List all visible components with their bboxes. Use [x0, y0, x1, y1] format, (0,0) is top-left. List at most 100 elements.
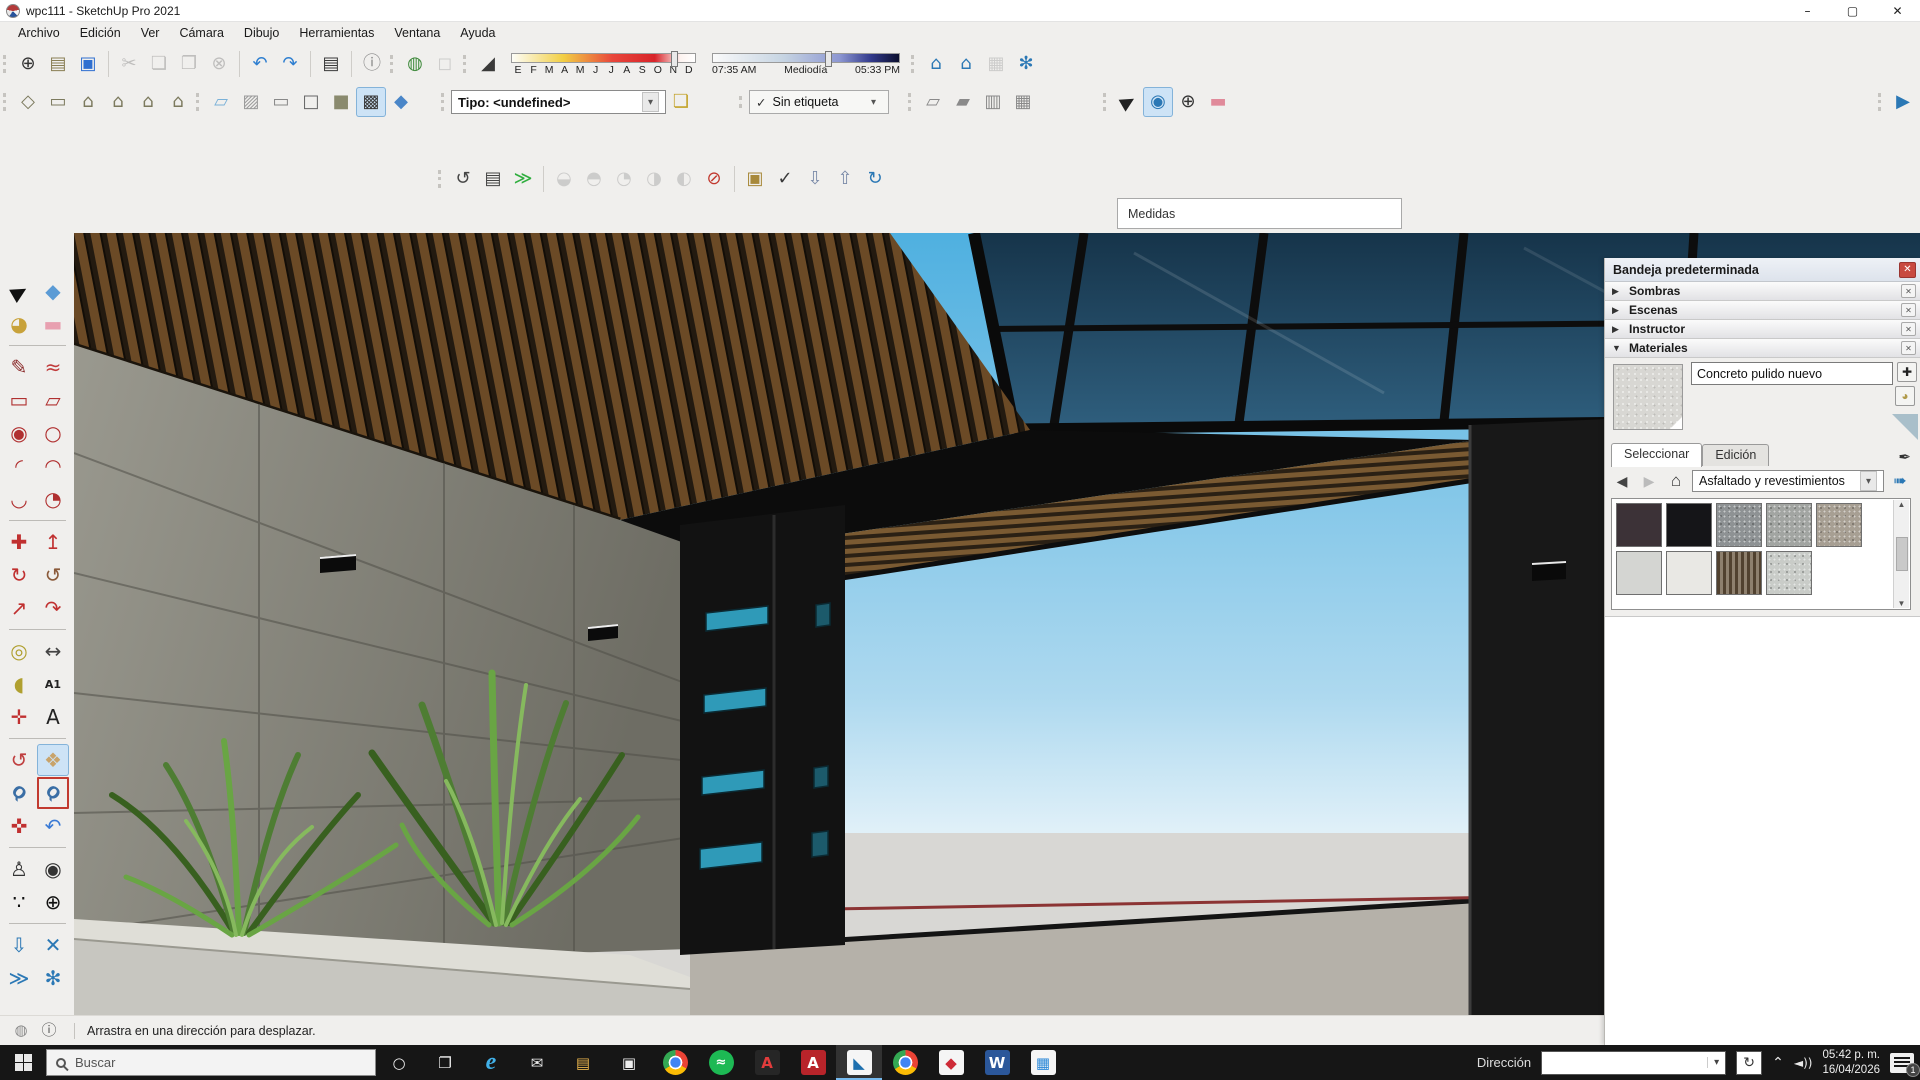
orbit-tool[interactable]: ↺: [3, 744, 35, 776]
chevron-down-icon[interactable]: ▾: [1707, 1057, 1725, 1068]
redo[interactable]: ↷: [275, 49, 305, 79]
dimension-tool[interactable]: ↔: [37, 635, 69, 667]
taskbar-app-store[interactable]: ▣: [606, 1045, 652, 1080]
move-tool[interactable]: ✚: [3, 526, 35, 558]
shadow-time-bar[interactable]: [712, 53, 900, 63]
protractor-tool[interactable]: ◖: [3, 668, 35, 700]
eyedropper-icon[interactable]: ✒: [1898, 448, 1911, 466]
model-info[interactable]: ⓘ: [357, 49, 387, 79]
address-go-button[interactable]: ↻: [1736, 1051, 1762, 1075]
collapsed-arrow-icon[interactable]: ▶: [1612, 286, 1622, 297]
taskbar-app-sketchup[interactable]: ◣: [836, 1045, 882, 1080]
taskbar-clock[interactable]: 05:42 p. m. 16/04/2026: [1822, 1048, 1880, 1078]
open-file[interactable]: ▤: [43, 49, 73, 79]
start-button[interactable]: [0, 1045, 46, 1080]
geolocation-status[interactable]: ◍: [8, 1018, 34, 1044]
tray-close-button[interactable]: ✕: [1899, 262, 1916, 278]
menu-item-dibujo[interactable]: Dibujo: [234, 24, 289, 42]
line-tool[interactable]: ✎: [3, 351, 35, 383]
back-button[interactable]: ◀: [1611, 473, 1633, 490]
taskbar-app-chrome[interactable]: [652, 1045, 698, 1080]
circle-tool[interactable]: ◉: [3, 417, 35, 449]
classifier-tag[interactable]: ❏: [666, 87, 696, 117]
menu-item-archivo[interactable]: Archivo: [8, 24, 70, 42]
sync-model[interactable]: ↻: [860, 164, 890, 194]
extension-manager-tool[interactable]: ✻: [37, 962, 69, 994]
material-swatch-concreto-gris[interactable]: [1716, 503, 1762, 547]
maximize-window[interactable]: ▢: [1830, 0, 1875, 22]
tray-chevron-icon[interactable]: ⌃: [1772, 1055, 1784, 1071]
look-around-tool[interactable]: ◉: [37, 853, 69, 885]
collapsed-arrow-icon[interactable]: ▶: [1612, 305, 1622, 316]
view-front[interactable]: ⌂: [73, 87, 103, 117]
zoom-extents-tool[interactable]: ✜: [3, 810, 35, 842]
view-back[interactable]: ⌂: [133, 87, 163, 117]
tray-section-escenas[interactable]: ▶ Escenas ✕: [1605, 301, 1920, 320]
style-xray[interactable]: ▱: [206, 87, 236, 117]
taskbar-app-cortana[interactable]: ○: [376, 1045, 422, 1080]
menu-item-c-mara[interactable]: Cámara: [169, 24, 233, 42]
offset-tool[interactable]: ↷: [37, 592, 69, 624]
cloud-upload[interactable]: ⇧: [830, 164, 860, 194]
make-component-tool[interactable]: ◆: [37, 275, 69, 307]
material-swatch-asfalto-oscuro[interactable]: [1616, 503, 1662, 547]
pan-tool[interactable]: ❖: [37, 744, 69, 776]
3d-warehouse-tool[interactable]: ⇩: [3, 929, 35, 961]
paint-bucket-tool[interactable]: ◕: [3, 308, 35, 340]
style-monochrome[interactable]: ◆: [386, 87, 416, 117]
display-section-planes[interactable]: ▰: [948, 87, 978, 117]
material-swatch-concreto-blanco[interactable]: [1666, 551, 1712, 595]
push-pull-tool[interactable]: ↥: [37, 526, 69, 558]
extension-manager[interactable]: ✻: [1011, 49, 1041, 79]
taskbar-app-chrome-profile[interactable]: [882, 1045, 928, 1080]
orbit-model[interactable]: ↺: [448, 164, 478, 194]
place-section-plane[interactable]: ▱: [918, 87, 948, 117]
material-swatch-asfalto-negro[interactable]: [1666, 503, 1712, 547]
taskbar-app-word[interactable]: W: [974, 1045, 1020, 1080]
notification-center-icon[interactable]: 1: [1890, 1053, 1914, 1073]
eraser-alt[interactable]: ▬: [1203, 87, 1233, 117]
style-shaded[interactable]: ■: [326, 87, 356, 117]
undo[interactable]: ↶: [245, 49, 275, 79]
pie-tool[interactable]: ◔: [37, 483, 69, 515]
material-swatch-revestimiento-arena[interactable]: [1816, 503, 1862, 547]
rotate-tool[interactable]: ↻: [3, 559, 35, 591]
chevron-down-icon[interactable]: ▾: [865, 92, 882, 112]
material-swatch-concreto-marcas[interactable]: [1766, 551, 1812, 595]
tray-section-instructor[interactable]: ▶ Instructor ✕: [1605, 320, 1920, 339]
tag-dropdown[interactable]: ✓ Sin etiqueta ▾: [749, 90, 889, 114]
display-section-fill[interactable]: ▦: [1008, 87, 1038, 117]
tape-measure-tool[interactable]: ◎: [3, 635, 35, 667]
rotated-rectangle-tool[interactable]: ▱: [37, 384, 69, 416]
material-name-field[interactable]: Concreto pulido nuevo: [1691, 362, 1893, 385]
print[interactable]: ▤: [316, 49, 346, 79]
style-back-edges[interactable]: ▨: [236, 87, 266, 117]
dynamic-components[interactable]: ◉: [1143, 87, 1173, 117]
view-top[interactable]: ▭: [43, 87, 73, 117]
position-camera-tool[interactable]: ♙: [3, 853, 35, 885]
taskbar-app-edge[interactable]: e: [468, 1045, 514, 1080]
menu-item-herramientas[interactable]: Herramientas: [289, 24, 384, 42]
cloud-download[interactable]: ⇩: [800, 164, 830, 194]
create-material-button[interactable]: ✚: [1897, 362, 1917, 382]
polygon-tool[interactable]: ○: [37, 417, 69, 449]
share-model-tool[interactable]: ≫: [3, 962, 35, 994]
tray-section-sombras[interactable]: ▶ Sombras ✕: [1605, 282, 1920, 301]
tab-edicion[interactable]: Edición: [1702, 444, 1769, 466]
date-slider-handle[interactable]: [671, 51, 678, 67]
expanded-arrow-icon[interactable]: ▼: [1612, 343, 1622, 353]
details-button[interactable]: ➠: [1889, 471, 1911, 491]
paint-with-default-button[interactable]: ◕: [1895, 386, 1915, 406]
taskbar-app-pdf-reader[interactable]: A: [790, 1045, 836, 1080]
chevron-down-icon[interactable]: ▾: [642, 92, 659, 112]
tab-seleccionar[interactable]: Seleccionar: [1611, 443, 1702, 467]
start-render[interactable]: ≫: [508, 164, 538, 194]
taskbar-app-mail[interactable]: ✉: [514, 1045, 560, 1080]
extension-warehouse[interactable]: ⌂: [951, 49, 981, 79]
menu-item-ventana[interactable]: Ventana: [384, 24, 450, 42]
walk-tool[interactable]: ∵: [3, 886, 35, 918]
3d-text-tool[interactable]: A: [37, 701, 69, 733]
two-point-arc-tool[interactable]: ◠: [37, 450, 69, 482]
style-shaded-textures[interactable]: ▩: [356, 87, 386, 117]
axes-tool[interactable]: ✛: [3, 701, 35, 733]
